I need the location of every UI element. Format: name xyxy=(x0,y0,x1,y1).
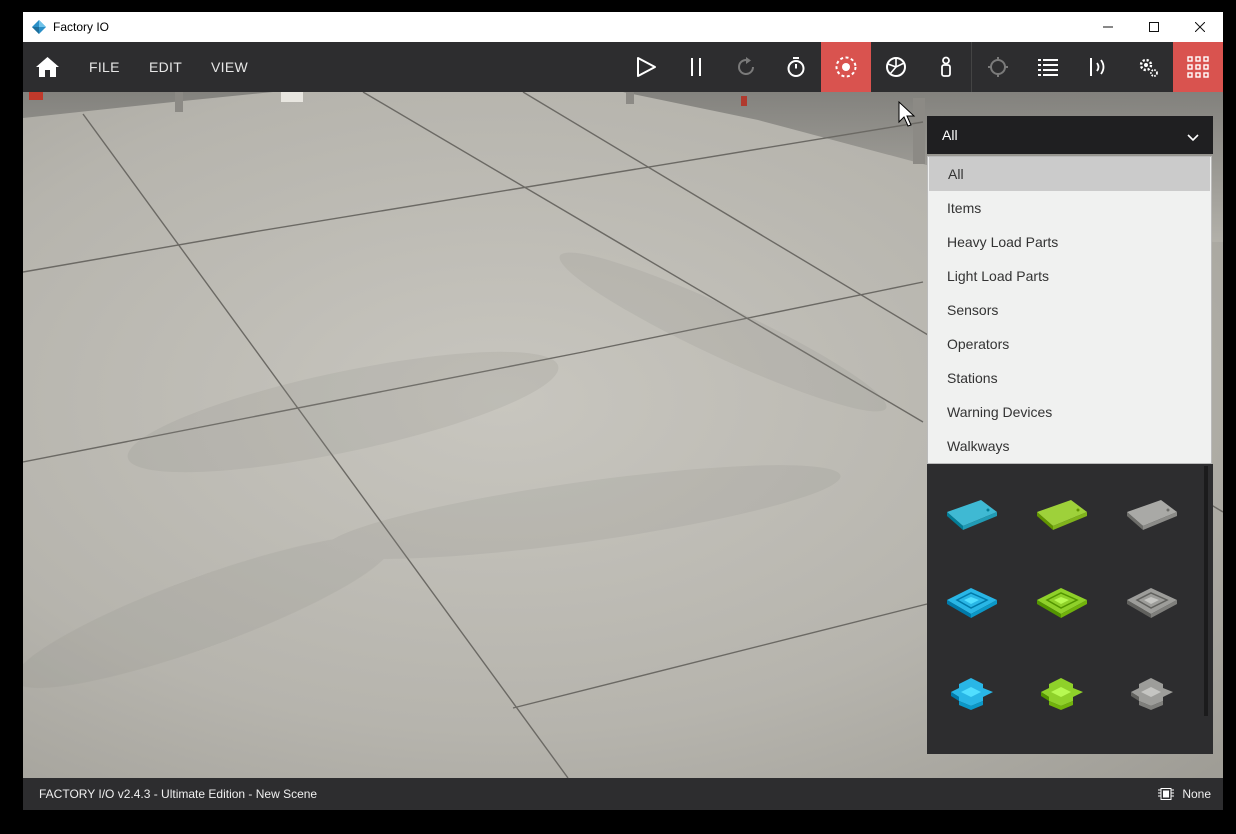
category-option-warning-devices[interactable]: Warning Devices xyxy=(928,395,1211,429)
menu-file[interactable]: FILE xyxy=(89,42,120,92)
camera-first-person-icon xyxy=(941,56,951,77)
palette-tile-blue-flat-plate[interactable] xyxy=(941,482,1001,542)
reset-button[interactable] xyxy=(721,42,771,92)
palette-tile-green-flat-plate[interactable] xyxy=(1031,482,1091,542)
palette-tile-grey-square-pad[interactable] xyxy=(1121,570,1181,630)
palette-tile-grey-cross-pad[interactable] xyxy=(1121,660,1181,720)
crosshair-button[interactable] xyxy=(973,42,1023,92)
main-toolbar: FILE EDIT VIEW xyxy=(23,42,1223,92)
category-dropdown-value: All xyxy=(942,127,958,143)
timer-icon xyxy=(787,57,805,77)
palette-tile-blue-cross-pad[interactable] xyxy=(941,660,1001,720)
sensor-button[interactable] xyxy=(1073,42,1123,92)
status-text: FACTORY I/O v2.4.3 - Ultimate Edition - … xyxy=(39,787,318,801)
palette-tile-green-square-pad[interactable] xyxy=(1031,570,1091,630)
maximize-button[interactable] xyxy=(1131,12,1177,42)
category-option-stations[interactable]: Stations xyxy=(928,361,1211,395)
crosshair-icon xyxy=(988,57,1008,77)
driver-status-label: None xyxy=(1182,787,1211,801)
reset-icon xyxy=(738,57,754,75)
palette-tile-grey-flat-plate[interactable] xyxy=(1121,482,1181,542)
part-palette xyxy=(927,464,1213,754)
timer-button[interactable] xyxy=(771,42,821,92)
category-option-heavy-load-parts[interactable]: Heavy Load Parts xyxy=(928,225,1211,259)
settings-button[interactable] xyxy=(1123,42,1173,92)
driver-status[interactable]: None xyxy=(1158,787,1211,801)
minimize-button[interactable] xyxy=(1085,12,1131,42)
camera-orbit-icon xyxy=(835,56,857,78)
list-button[interactable] xyxy=(1023,42,1073,92)
category-option-light-load-parts[interactable]: Light Load Parts xyxy=(928,259,1211,293)
play-button[interactable] xyxy=(621,42,671,92)
settings-icon xyxy=(1139,58,1158,77)
palette-tile-blue-square-pad[interactable] xyxy=(941,570,1001,630)
category-dropdown[interactable]: All xyxy=(927,116,1213,154)
status-bar: FACTORY I/O v2.4.3 - Ultimate Edition - … xyxy=(23,778,1223,810)
chevron-down-icon xyxy=(1187,129,1199,145)
app-window: Factory IO FILE EDIT VIEW All All Items … xyxy=(23,12,1223,810)
camera-first-person-button[interactable] xyxy=(921,42,971,92)
sensor-icon xyxy=(1090,58,1105,76)
category-option-sensors[interactable]: Sensors xyxy=(928,293,1211,327)
close-button[interactable] xyxy=(1177,12,1223,42)
driver-icon xyxy=(1158,788,1175,800)
palette-grid-icon xyxy=(1187,56,1209,78)
palette-scrollbar[interactable] xyxy=(1204,466,1208,716)
palette-tile-green-cross-pad[interactable] xyxy=(1031,660,1091,720)
category-option-walkways[interactable]: Walkways xyxy=(928,429,1211,463)
menu-view[interactable]: VIEW xyxy=(211,42,248,92)
category-option-items[interactable]: Items xyxy=(928,191,1211,225)
factory-io-logo-icon xyxy=(32,20,46,34)
play-icon xyxy=(637,57,656,77)
title-bar: Factory IO xyxy=(23,12,1223,42)
category-option-all[interactable]: All xyxy=(929,157,1210,191)
camera-fly-icon xyxy=(886,57,906,77)
window-title: Factory IO xyxy=(53,20,110,34)
category-dropdown-list: All Items Heavy Load Parts Light Load Pa… xyxy=(927,156,1212,464)
camera-fly-button[interactable] xyxy=(871,42,921,92)
palette-grid-button[interactable] xyxy=(1173,42,1223,92)
category-option-operators[interactable]: Operators xyxy=(928,327,1211,361)
pause-button[interactable] xyxy=(671,42,721,92)
list-icon xyxy=(1038,59,1058,76)
menu-edit[interactable]: EDIT xyxy=(149,42,182,92)
parts-panel: All All Items Heavy Load Parts Light Loa… xyxy=(927,116,1213,754)
home-icon[interactable] xyxy=(35,55,60,79)
pause-icon xyxy=(691,58,701,76)
camera-orbit-button[interactable] xyxy=(821,42,871,92)
